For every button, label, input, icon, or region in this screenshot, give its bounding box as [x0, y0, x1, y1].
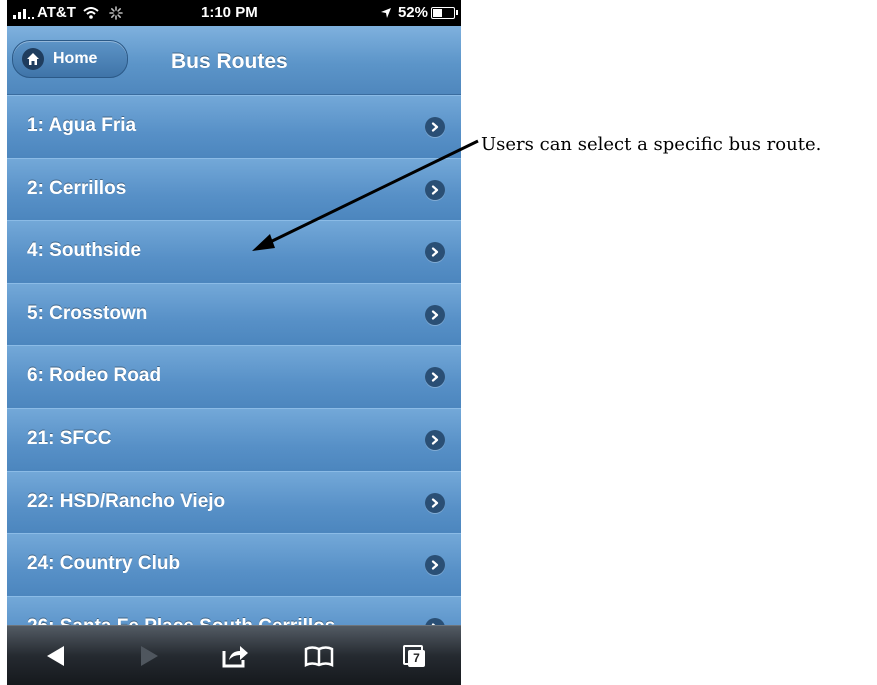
chevron-right-icon	[425, 304, 445, 325]
back-button[interactable]	[40, 642, 72, 670]
phone-screen: AT&T 1:10 PM 52% Home Bus Routes 1: Agua…	[7, 0, 461, 685]
route-label: 6: Rodeo Road	[27, 365, 162, 387]
route-item[interactable]: 24: Country Club	[7, 533, 461, 597]
route-item[interactable]: 4: Southside	[7, 220, 461, 284]
nav-header: Home Bus Routes	[7, 26, 461, 95]
clock: 1:10 PM	[201, 4, 258, 21]
chevron-right-icon	[425, 179, 445, 200]
chevron-right-icon	[425, 367, 445, 388]
bookmarks-button[interactable]	[303, 642, 335, 670]
battery-percent: 52%	[397, 4, 428, 21]
home-button[interactable]: Home	[12, 40, 128, 78]
route-label: 22: HSD/Rancho Viejo	[27, 490, 226, 512]
status-bar: AT&T 1:10 PM 52%	[7, 0, 461, 26]
forward-button[interactable]	[133, 642, 165, 670]
wifi-icon	[83, 7, 99, 19]
bookmarks-icon	[304, 646, 334, 667]
back-icon	[47, 646, 64, 666]
page-title: Bus Routes	[171, 50, 288, 73]
route-label: 2: Cerrillos	[27, 177, 127, 199]
share-button[interactable]	[219, 642, 251, 670]
tabs-count: 7	[408, 650, 425, 667]
chevron-right-icon	[425, 242, 445, 263]
share-icon	[222, 646, 248, 668]
route-label: 4: Southside	[27, 240, 142, 262]
activity-spinner-icon	[109, 6, 124, 20]
chevron-right-icon	[425, 117, 445, 137]
browser-toolbar: 7	[7, 625, 461, 685]
home-button-label: Home	[53, 50, 98, 67]
battery-icon	[431, 7, 458, 20]
route-label: 21: SFCC	[27, 428, 112, 449]
location-arrow-icon	[380, 8, 391, 19]
route-label: 5: Crosstown	[27, 302, 148, 324]
tabs-button[interactable]: 7	[398, 642, 430, 670]
annotation-text: Users can select a specific bus route.	[481, 134, 822, 155]
route-label: 24: Country Club	[27, 553, 181, 575]
battery-group: 52%	[380, 4, 458, 21]
route-item[interactable]: 1: Agua Fria	[7, 95, 461, 159]
route-label: 26: Santa Fe Place South Cerrillos	[27, 616, 335, 625]
route-item[interactable]: 22: HSD/Rancho Viejo	[7, 470, 461, 535]
route-item[interactable]: 26: Santa Fe Place South Cerrillos	[7, 595, 461, 625]
route-label: 1: Agua Fria	[27, 115, 137, 136]
chevron-right-icon	[425, 492, 445, 513]
carrier-name: AT&T	[37, 4, 76, 21]
route-item[interactable]: 5: Crosstown	[7, 282, 461, 347]
chevron-right-icon	[425, 617, 445, 625]
carrier-group: AT&T	[13, 4, 124, 21]
signal-icon	[13, 7, 37, 20]
tabs-icon: 7	[403, 645, 425, 667]
forward-icon	[141, 646, 158, 666]
home-icon	[22, 48, 44, 70]
route-item[interactable]: 6: Rodeo Road	[7, 345, 461, 409]
route-item[interactable]: 2: Cerrillos	[7, 157, 461, 222]
route-list: 1: Agua Fria 2: Cerrillos 4: Southside 5: C…	[7, 95, 461, 625]
chevron-right-icon	[425, 555, 445, 576]
chevron-right-icon	[425, 430, 445, 450]
route-item[interactable]: 21: SFCC	[7, 408, 461, 472]
